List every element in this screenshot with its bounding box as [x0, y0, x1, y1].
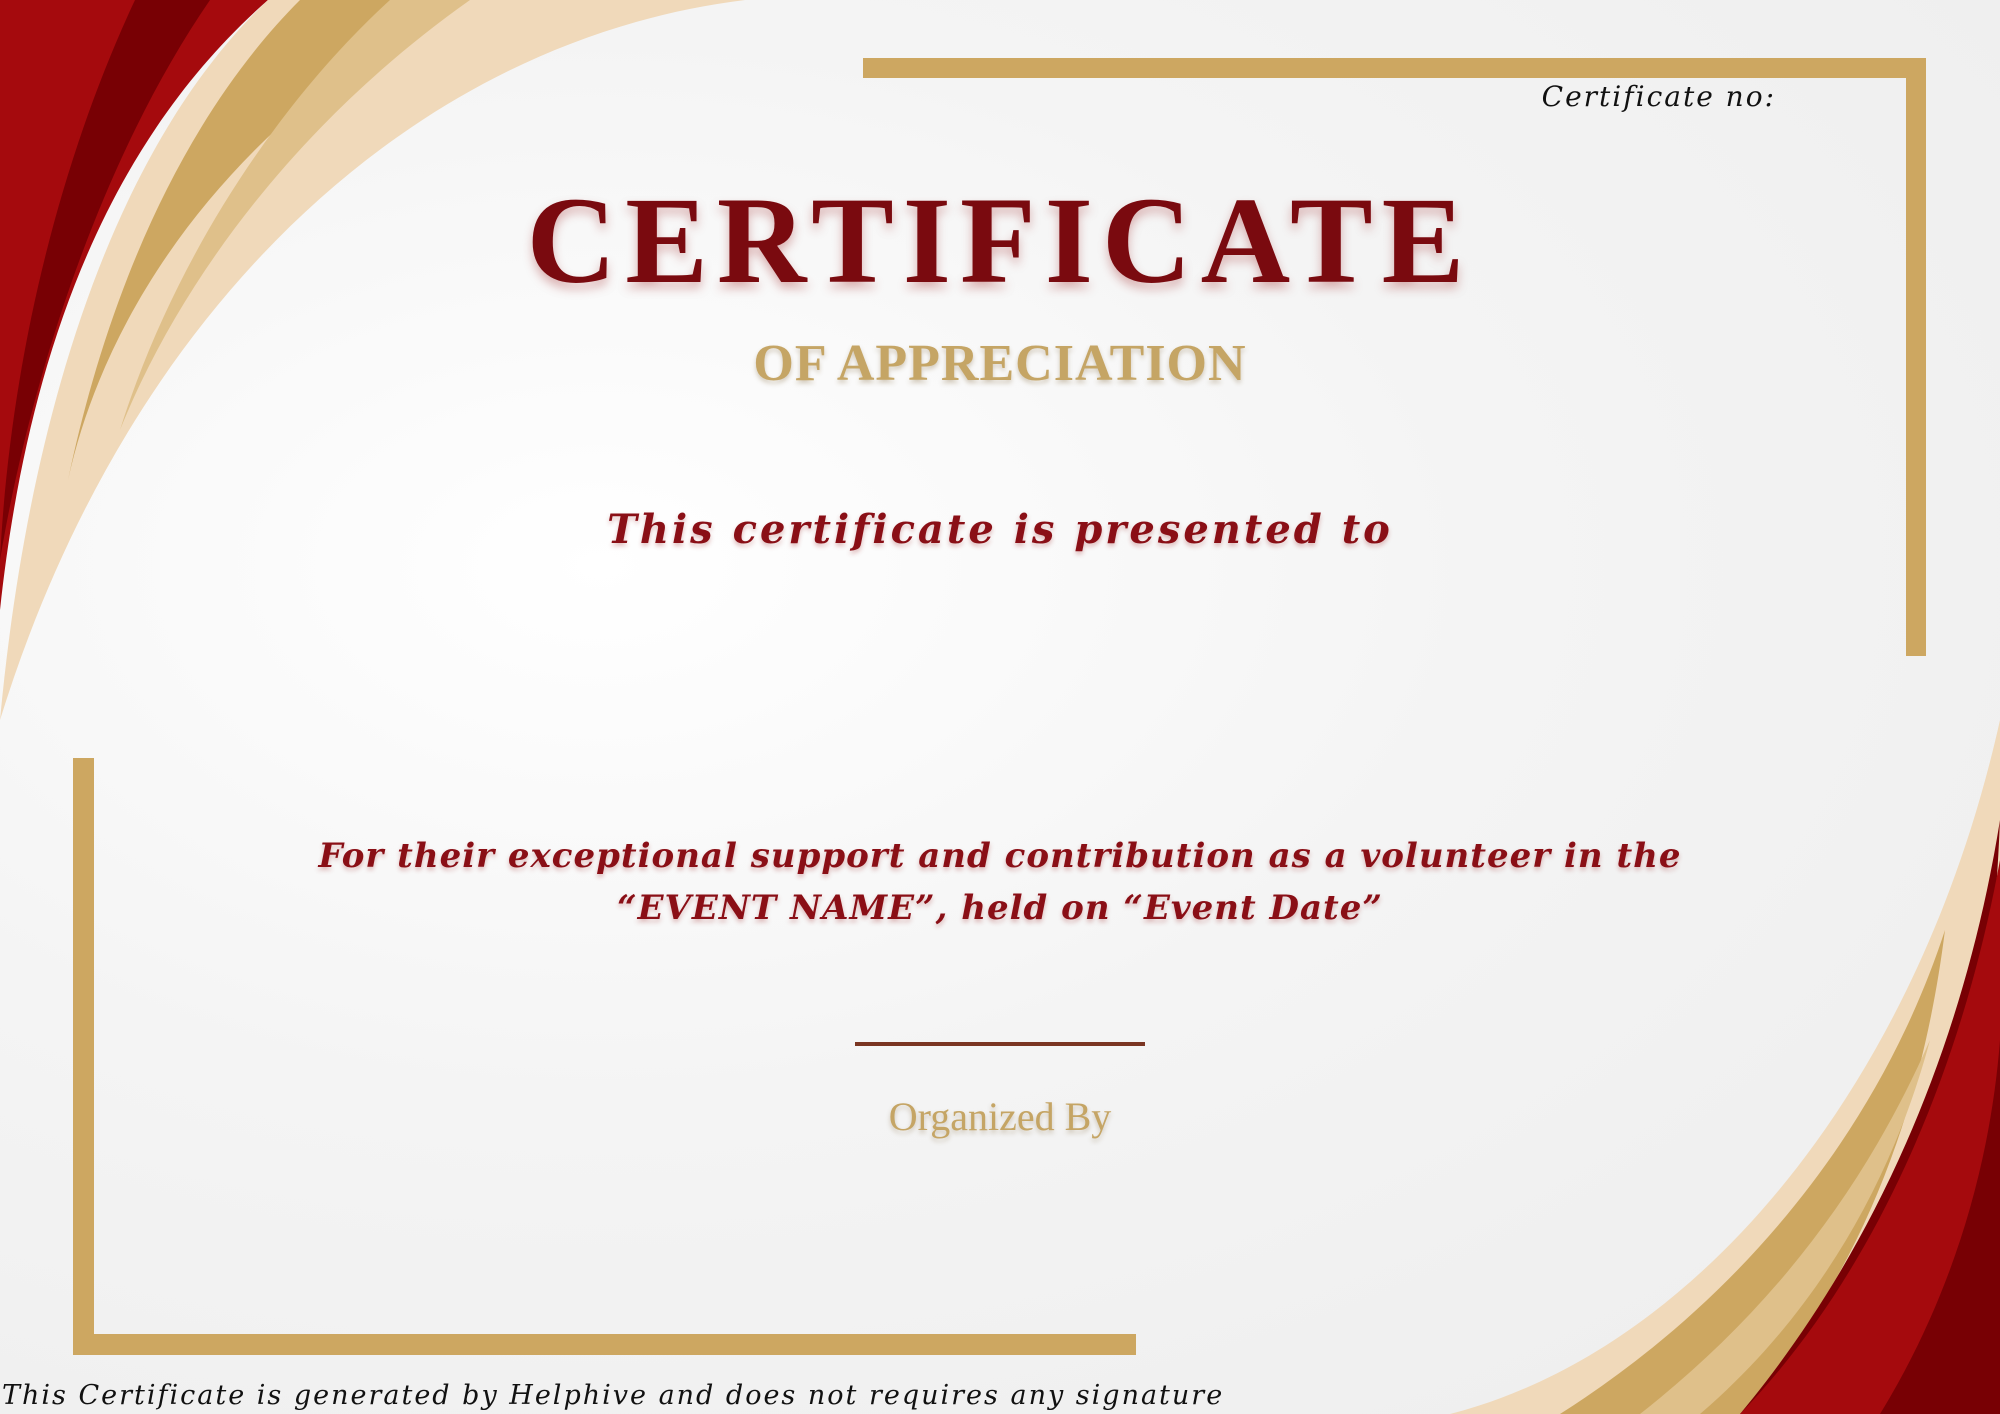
description-line-2: “EVENT NAME”, held on “Event Date”: [617, 888, 1383, 928]
certificate-title: CERTIFICATE: [526, 172, 1474, 309]
certificate-number-label: Certificate no:: [1541, 80, 1776, 113]
description-line-1: For their exceptional support and contri…: [318, 836, 1682, 876]
footer-note: This Certificate is generated by Helphiv…: [2, 1380, 1225, 1411]
certificate-subtitle: OF APPRECIATION: [753, 335, 1247, 392]
presented-to-text: This certificate is presented to: [607, 506, 1393, 553]
organized-by-label: Organized By: [888, 1094, 1112, 1139]
certificate-page: Certificate no: CERTIFICATE OF APPRECIAT…: [0, 0, 2000, 1414]
signature-line: [855, 1042, 1145, 1046]
